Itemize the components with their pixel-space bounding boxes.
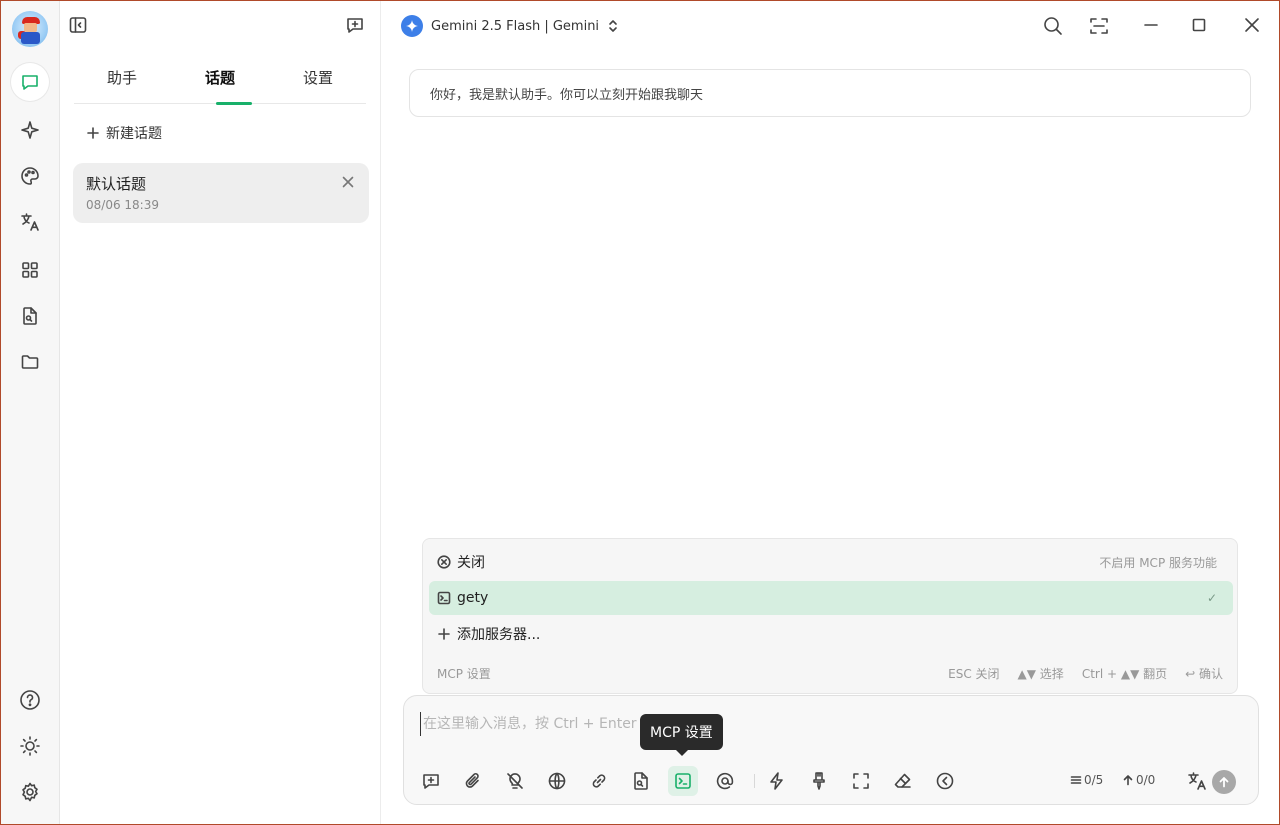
tab-assistant[interactable]: 助手: [74, 67, 170, 88]
translate-input-icon[interactable]: [1182, 766, 1212, 796]
settings-gear-icon[interactable]: [11, 773, 49, 811]
web-search-globe-icon[interactable]: [542, 766, 572, 796]
assistant-greeting: 你好，我是默认助手。你可以立刻开始跟我聊天: [409, 69, 1251, 117]
file-search-icon[interactable]: [11, 297, 49, 335]
token-count: 0/0: [1122, 773, 1155, 787]
mcp-popup: 关闭 不启用 MCP 服务功能 gety ✓ 添加服务器... MCP 设置 E…: [422, 538, 1238, 694]
topic-item[interactable]: 默认话题 08/06 18:39: [73, 163, 369, 223]
arrow-up-icon: [1219, 777, 1229, 788]
plus-icon: [87, 127, 99, 139]
active-tab-indicator: [216, 102, 252, 105]
gemini-logo-icon: [401, 15, 423, 37]
folder-icon[interactable]: [11, 343, 49, 381]
list-icon: [1070, 776, 1082, 784]
thinking-off-icon[interactable]: [500, 766, 530, 796]
chevron-up-down-icon: [609, 20, 617, 32]
message-count-value: 0/5: [1084, 773, 1104, 787]
nav-rail: [1, 1, 60, 824]
fullscreen-icon[interactable]: [1088, 15, 1110, 37]
mcp-option-add-server[interactable]: 添加服务器...: [429, 617, 1233, 651]
check-icon: ✓: [1206, 591, 1217, 605]
attachment-icon[interactable]: [458, 766, 488, 796]
mcp-option-gety-label: gety: [457, 590, 489, 606]
mcp-option-off[interactable]: 关闭 不启用 MCP 服务功能: [429, 545, 1233, 579]
model-selector[interactable]: Gemini 2.5 Flash | Gemini: [401, 15, 619, 37]
terminal-icon: [437, 591, 451, 605]
circle-x-icon: [437, 555, 451, 569]
palette-icon[interactable]: [11, 157, 49, 195]
close-window-icon[interactable]: [1242, 15, 1262, 35]
search-icon[interactable]: [1042, 15, 1064, 37]
token-count-value: 0/0: [1136, 773, 1156, 787]
mcp-settings-tooltip: MCP 设置: [640, 714, 723, 756]
avatar[interactable]: [12, 11, 48, 47]
new-topic-label: 新建话题: [106, 126, 162, 142]
new-topic-button[interactable]: 新建话题: [86, 123, 162, 143]
mcp-key-hints: ESC 关闭 ▲▼ 选择 Ctrl + ▲▼ 翻页 ↩ 确认: [948, 665, 1223, 682]
topic-title: 默认话题: [86, 175, 147, 193]
clear-brush-icon[interactable]: [804, 766, 834, 796]
arrow-up-icon: [1123, 775, 1133, 786]
mcp-option-off-label: 关闭: [457, 555, 485, 571]
chat-icon[interactable]: [11, 63, 49, 101]
maximize-icon[interactable]: [1189, 15, 1209, 35]
message-composer: 0/5 0/0: [403, 695, 1259, 805]
plus-icon: [438, 628, 450, 640]
minimize-icon[interactable]: [1141, 15, 1161, 35]
mcp-terminal-icon[interactable]: [668, 766, 698, 796]
quick-phrase-lightning-icon[interactable]: [762, 766, 792, 796]
help-icon[interactable]: [11, 681, 49, 719]
mcp-settings-link[interactable]: MCP 设置: [437, 665, 491, 682]
app-window: 助手 话题 设置 新建话题 默认话题 08/06 18:39 Gemini 2.…: [0, 0, 1280, 825]
new-topic-icon[interactable]: [416, 766, 446, 796]
link-icon[interactable]: [584, 766, 614, 796]
key-hint-select: ▲▼ 选择: [1017, 667, 1064, 681]
collapse-sidebar-icon[interactable]: [68, 15, 88, 35]
new-chat-icon[interactable]: [345, 15, 365, 35]
expand-frame-icon[interactable]: [846, 766, 876, 796]
translate-icon[interactable]: [11, 203, 49, 241]
tab-topics[interactable]: 话题: [172, 67, 268, 88]
apps-grid-icon[interactable]: [11, 251, 49, 289]
topic-time: 08/06 18:39: [86, 198, 159, 212]
key-hint-esc: ESC 关闭: [948, 667, 1000, 681]
collapse-chevron-icon[interactable]: [930, 766, 960, 796]
mcp-option-gety[interactable]: gety ✓: [429, 581, 1233, 615]
knowledge-file-icon[interactable]: [626, 766, 656, 796]
send-button[interactable]: [1212, 770, 1236, 794]
mcp-option-off-hint: 不启用 MCP 服务功能: [1099, 555, 1217, 570]
topic-sidebar: 助手 话题 设置 新建话题 默认话题 08/06 18:39: [60, 1, 381, 824]
key-hint-page: Ctrl + ▲▼ 翻页: [1081, 667, 1168, 681]
eraser-icon[interactable]: [888, 766, 918, 796]
toolbar-divider: [754, 774, 755, 788]
mcp-option-add-label: 添加服务器...: [457, 627, 541, 643]
close-icon[interactable]: [341, 175, 355, 189]
sidebar-tabs: 助手 话题 设置: [74, 59, 366, 105]
tab-settings[interactable]: 设置: [270, 67, 366, 88]
theme-sun-icon[interactable]: [11, 727, 49, 765]
sparkle-icon[interactable]: [11, 111, 49, 149]
tooltip-label: MCP 设置: [650, 725, 713, 741]
message-count: 0/5: [1070, 773, 1103, 787]
model-label: Gemini 2.5 Flash | Gemini: [431, 18, 600, 34]
key-hint-confirm: ↩ 确认: [1185, 667, 1223, 681]
mention-at-icon[interactable]: [710, 766, 740, 796]
